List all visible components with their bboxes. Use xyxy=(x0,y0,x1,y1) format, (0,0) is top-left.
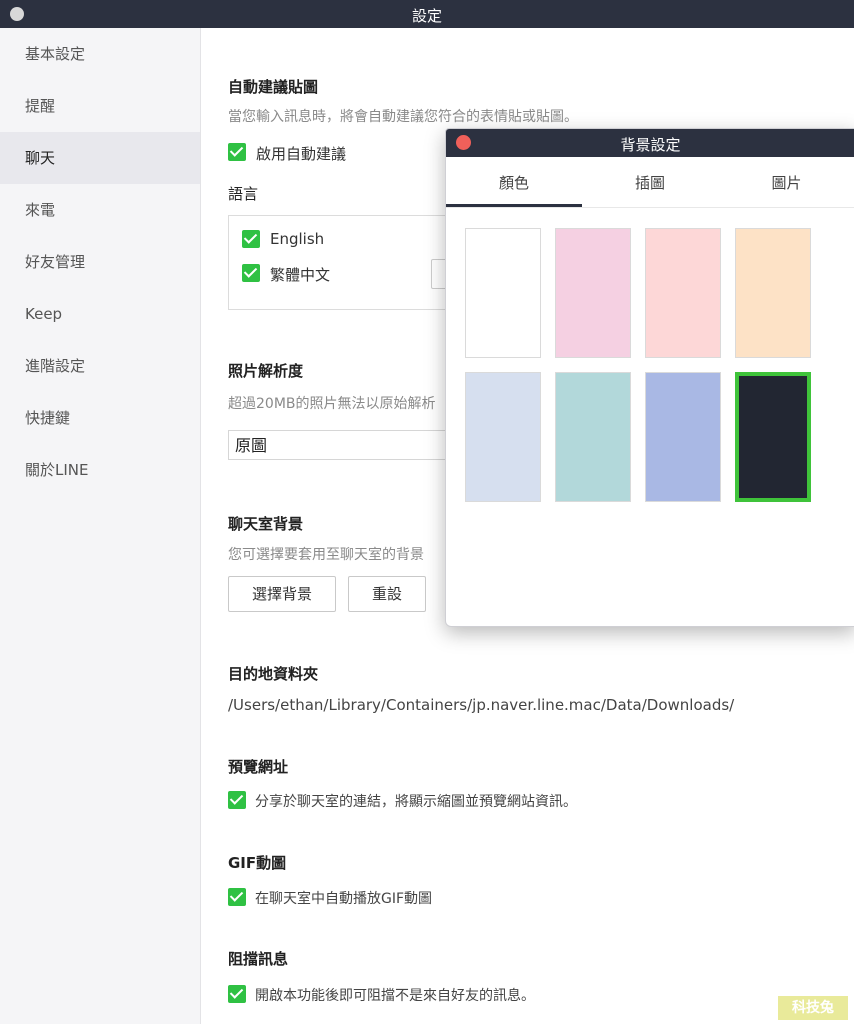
sidebar-item-friends[interactable]: 好友管理 xyxy=(0,236,200,288)
tab-illustration[interactable]: 插圖 xyxy=(582,157,718,207)
choose-background-button[interactable]: 選擇背景 xyxy=(228,576,336,612)
color-swatch-white[interactable] xyxy=(465,228,541,358)
background-tabs: 顏色 插圖 圖片 xyxy=(446,157,854,208)
sidebar-item-calls[interactable]: 來電 xyxy=(0,184,200,236)
color-swatch-pink[interactable] xyxy=(555,228,631,358)
language-english-label: English xyxy=(270,230,325,248)
language-zh-checkbox[interactable] xyxy=(242,264,260,282)
sidebar-item-shortcuts[interactable]: 快捷鍵 xyxy=(0,392,200,444)
gif-autoplay-checkbox[interactable] xyxy=(228,888,246,906)
gif-title: GIF動圖 xyxy=(228,854,287,872)
download-folder-title: 目的地資料夾 xyxy=(228,665,319,683)
reset-background-button[interactable]: 重設 xyxy=(348,576,426,612)
photo-resolution-description: 超過20MB的照片無法以原始解析 xyxy=(228,396,436,412)
sidebar-item-keep[interactable]: Keep xyxy=(0,288,200,340)
color-swatch-light-blue[interactable] xyxy=(465,372,541,502)
tab-image[interactable]: 圖片 xyxy=(718,157,854,207)
url-preview-label: 分享於聊天室的連結，將顯示縮圖並預覽網站資訊。 xyxy=(255,794,577,810)
language-zh-label: 繁體中文 xyxy=(270,266,331,284)
sidebar-item-notifications[interactable]: 提醒 xyxy=(0,80,200,132)
chat-background-description: 您可選擇要套用至聊天室的背景 xyxy=(228,547,424,563)
window-titlebar: 設定 xyxy=(0,0,854,28)
dialog-titlebar: 背景設定 xyxy=(446,129,854,157)
sticker-suggest-title: 自動建議貼圖 xyxy=(228,78,319,96)
download-folder-path: /Users/ethan/Library/Containers/jp.naver… xyxy=(228,696,735,714)
url-preview-title: 預覽網址 xyxy=(228,758,289,776)
color-swatch-periwinkle[interactable] xyxy=(645,372,721,502)
watermark-logo: 科技兔 xyxy=(778,996,848,1020)
language-english-checkbox[interactable] xyxy=(242,230,260,248)
block-messages-title: 阻擋訊息 xyxy=(228,950,289,968)
settings-sidebar: 基本設定 提醒 聊天 來電 好友管理 Keep 進階設定 快捷鍵 關於LINE xyxy=(0,28,201,1024)
background-settings-dialog: 背景設定 顏色 插圖 圖片 xyxy=(445,128,854,627)
sticker-suggest-description: 當您輸入訊息時，將會自動建議您符合的表情貼或貼圖。 xyxy=(228,109,578,125)
dialog-title: 背景設定 xyxy=(620,136,681,154)
sticker-suggest-label: 啟用自動建議 xyxy=(256,145,347,163)
color-swatch-teal[interactable] xyxy=(555,372,631,502)
tab-color[interactable]: 顏色 xyxy=(446,157,582,207)
block-messages-checkbox[interactable] xyxy=(228,985,246,1003)
gif-autoplay-label: 在聊天室中自動播放GIF動圖 xyxy=(255,891,433,907)
window-title: 設定 xyxy=(411,7,442,25)
sidebar-item-basic[interactable]: 基本設定 xyxy=(0,28,200,80)
color-swatch-rose[interactable] xyxy=(645,228,721,358)
photo-resolution-title: 照片解析度 xyxy=(228,362,304,380)
language-title: 語言 xyxy=(228,185,259,203)
url-preview-checkbox[interactable] xyxy=(228,791,246,809)
sidebar-item-about[interactable]: 關於LINE xyxy=(0,444,200,496)
chat-background-title: 聊天室背景 xyxy=(228,515,304,533)
block-messages-label: 開啟本功能後即可阻擋不是來自好友的訊息。 xyxy=(255,988,535,1004)
sticker-suggest-checkbox[interactable] xyxy=(228,143,246,161)
color-swatch-peach[interactable] xyxy=(735,228,811,358)
sidebar-item-advanced[interactable]: 進階設定 xyxy=(0,340,200,392)
color-swatch-dark[interactable] xyxy=(735,372,811,502)
sidebar-item-chat[interactable]: 聊天 xyxy=(0,132,200,184)
